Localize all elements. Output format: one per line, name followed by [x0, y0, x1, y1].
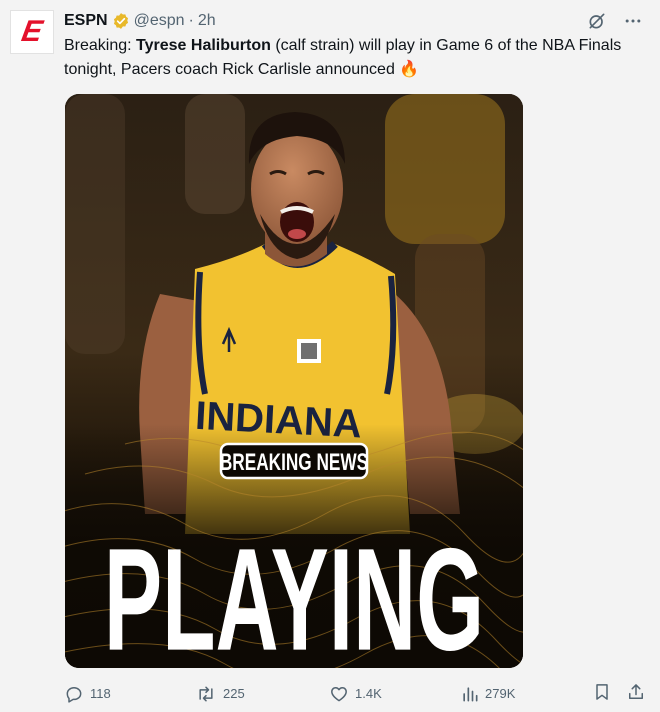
author-handle[interactable]: @espn [134, 10, 185, 32]
repost-count: 225 [223, 686, 245, 701]
views-button[interactable]: 279K [461, 682, 515, 706]
share-button[interactable] [626, 682, 646, 702]
fire-emoji: 🔥 [399, 61, 420, 78]
avatar[interactable]: E [10, 10, 54, 54]
like-button[interactable]: 1.4K [329, 682, 382, 706]
tweet-text: Breaking: Tyrese Haliburton (calf strain… [64, 34, 634, 82]
bookmark-button[interactable] [592, 682, 612, 702]
player-name: Tyrese Haliburton [136, 37, 271, 54]
views-icon [463, 687, 478, 702]
repost-icon [199, 686, 213, 702]
reply-count: 118 [90, 686, 111, 701]
share-icon [629, 684, 643, 699]
reply-button[interactable]: 118 [64, 682, 111, 706]
views-count: 279K [485, 686, 516, 701]
author-name[interactable]: ESPN [64, 10, 108, 32]
bookmark-icon [596, 684, 608, 700]
more-icon[interactable] [622, 10, 644, 32]
tweet-header: ESPN @espn · 2h [64, 10, 216, 32]
tweet[interactable]: E ESPN @espn · 2h Breaking: Tyrese Halib… [0, 0, 660, 712]
post-time[interactable]: 2h [198, 10, 216, 32]
grok-icon[interactable] [586, 10, 608, 32]
like-icon [331, 687, 347, 702]
action-bar: 118 225 1.4K 279K [64, 682, 646, 706]
repost-button[interactable]: 225 [195, 682, 245, 706]
badge-text: BREAKING NEWS [220, 449, 368, 475]
like-count: 1.4K [355, 686, 382, 701]
espn-logo: E [19, 15, 45, 48]
headline-text: PLAYING [104, 519, 484, 668]
media-image[interactable]: INDIANA BREAKING NEWS PLAYING [65, 94, 523, 668]
separator-dot: · [188, 12, 194, 29]
verified-badge-icon[interactable] [112, 12, 130, 30]
top-actions [586, 10, 644, 32]
tweet-text-prefix: Breaking: [64, 37, 137, 54]
reply-icon [66, 687, 82, 703]
